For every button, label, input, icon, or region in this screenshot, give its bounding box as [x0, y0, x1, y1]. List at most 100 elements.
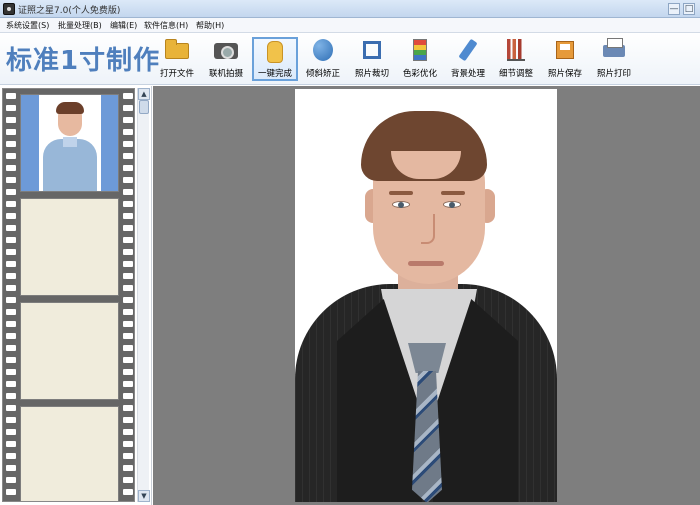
film-perforation [6, 369, 16, 375]
film-perforation [123, 441, 133, 447]
film-perforation [6, 321, 16, 327]
brush-icon [458, 38, 478, 62]
tool-label: 背景处理 [450, 69, 485, 79]
minimize-button[interactable]: — [668, 3, 680, 15]
film-perforation [6, 261, 16, 267]
title-bar: 证照之星7.0(个人免费版) — □ [0, 0, 700, 18]
camera-capture-button[interactable]: 联机拍摄 [203, 37, 249, 81]
film-perforation [123, 489, 133, 495]
photo-crop-button[interactable]: 照片裁切 [349, 37, 395, 81]
crop-icon [363, 41, 381, 59]
page-title: 标准1寸制作 [6, 46, 161, 76]
tool-label: 倾斜矫正 [305, 69, 340, 79]
menu-batch[interactable]: 批量处理(B) [58, 20, 102, 31]
film-perforation [6, 477, 16, 483]
film-perforation [123, 141, 133, 147]
tilt-correct-button[interactable]: 倾斜矫正 [300, 37, 346, 81]
film-perforation [6, 93, 16, 99]
film-perforation [123, 153, 133, 159]
film-perforation [6, 129, 16, 135]
menu-system-settings[interactable]: 系统设置(S) [6, 20, 49, 31]
scroll-down-button[interactable]: ▼ [138, 490, 150, 502]
menu-bar: 系统设置(S) 批量处理(B) 编辑(E) 软件信息(H) 帮助(H) [0, 18, 700, 33]
film-perforation [6, 297, 16, 303]
film-perforation [123, 369, 133, 375]
film-perforation [123, 201, 133, 207]
film-perforation [123, 309, 133, 315]
film-perforation [6, 417, 16, 423]
film-perforation [6, 153, 16, 159]
rotate-icon [313, 39, 333, 61]
empty-frame[interactable] [20, 406, 119, 501]
film-perforation [6, 429, 16, 435]
scroll-thumb[interactable] [139, 100, 149, 114]
save-icon [556, 41, 574, 59]
tool-label: 一键完成 [257, 69, 292, 79]
film-perforation [123, 93, 133, 99]
scroll-up-button[interactable]: ▲ [138, 88, 150, 100]
color-optimize-button[interactable]: 色彩优化 [397, 37, 443, 81]
photo-thumbnail[interactable] [20, 94, 119, 192]
film-perforation [123, 477, 133, 483]
id-photo-preview[interactable] [295, 89, 557, 502]
vertical-scrollbar[interactable]: ▲ ▼ [137, 88, 150, 502]
film-perforation [123, 297, 133, 303]
film-perforation [123, 393, 133, 399]
film-perforation [123, 321, 133, 327]
window-title: 证照之星7.0(个人免费版) [18, 6, 121, 16]
toolbar: 标准1寸制作 打开文件 联机拍摄 一键完成 倾斜矫正 照片裁切 色彩优化 背景处… [0, 33, 700, 85]
filmstrip [2, 88, 135, 502]
film-perforation [123, 417, 133, 423]
film-perforation [6, 333, 16, 339]
film-perforation [123, 429, 133, 435]
film-perforation [123, 237, 133, 243]
film-perforation [6, 225, 16, 231]
film-perforation [6, 117, 16, 123]
film-perforation [6, 213, 16, 219]
printer-icon [603, 38, 625, 57]
film-perforation [123, 261, 133, 267]
photo-print-button[interactable]: 照片打印 [591, 37, 637, 81]
menu-edit[interactable]: 编辑(E) [110, 20, 137, 31]
film-perforation [123, 453, 133, 459]
film-perforation [6, 285, 16, 291]
film-perforation [6, 453, 16, 459]
menu-software-info[interactable]: 软件信息(H) [144, 20, 188, 31]
open-file-button[interactable]: 打开文件 [154, 37, 200, 81]
photo-workspace [153, 86, 700, 505]
film-perforation [123, 381, 133, 387]
tool-label: 打开文件 [159, 69, 194, 79]
film-perforation [123, 165, 133, 171]
empty-frame[interactable] [20, 198, 119, 296]
tool-label: 细节调整 [498, 69, 533, 79]
film-perforation [6, 393, 16, 399]
film-perforation [123, 465, 133, 471]
close-button[interactable]: □ [683, 3, 695, 15]
one-click-button[interactable]: 一键完成 [252, 37, 298, 81]
film-perforation [6, 405, 16, 411]
film-perforation [6, 309, 16, 315]
empty-frame[interactable] [20, 302, 119, 400]
film-perforation [6, 357, 16, 363]
tool-label: 照片保存 [547, 69, 582, 79]
film-perforation [123, 117, 133, 123]
photo-save-button[interactable]: 照片保存 [542, 37, 588, 81]
film-perforation [123, 333, 133, 339]
film-perforation [6, 345, 16, 351]
folder-icon [165, 39, 189, 59]
film-perforation [123, 225, 133, 231]
tool-label: 照片裁切 [354, 69, 389, 79]
film-perforation [6, 189, 16, 195]
detail-adjust-button[interactable]: 细节调整 [493, 37, 539, 81]
thumbnail-portrait [39, 95, 101, 191]
film-perforation [123, 285, 133, 291]
background-process-button[interactable]: 背景处理 [445, 37, 491, 81]
film-perforation [6, 105, 16, 111]
camera-icon [214, 43, 238, 59]
tool-label: 色彩优化 [402, 69, 437, 79]
film-perforation [6, 165, 16, 171]
film-perforation [6, 441, 16, 447]
film-perforation [6, 201, 16, 207]
film-perforation [123, 189, 133, 195]
menu-help[interactable]: 帮助(H) [196, 20, 224, 31]
